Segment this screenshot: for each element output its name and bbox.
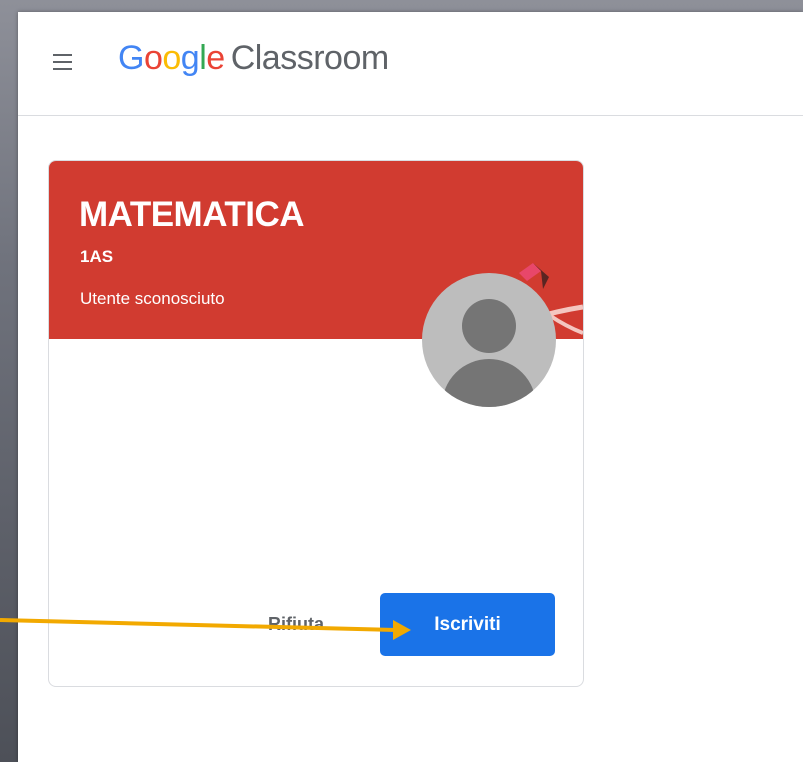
class-invite-card: MATEMATICA 1AS Utente sconosciuto Rifiut… [48,160,584,687]
join-button[interactable]: Iscriviti [380,593,555,656]
logo-letter: g [180,39,200,77]
hamburger-menu-icon[interactable] [51,50,75,74]
product-name: Classroom [230,39,389,77]
logo-letter: o [162,39,181,77]
class-title[interactable]: MATEMATICA [79,195,305,235]
class-section: 1AS [80,247,114,266]
logo-letter: o [143,39,163,77]
logo-letter: e [206,39,225,77]
class-owner: Utente sconosciuto [80,289,225,308]
app-header: Google Classroom [18,12,803,116]
google-classroom-logo[interactable]: Google Classroom [118,38,389,78]
default-avatar-icon [422,273,556,407]
browser-window: Google Classroom MATEMATICA 1AS Utente sc… [18,12,803,762]
logo-letter: G [118,39,144,77]
decline-button[interactable]: Rifiuta [241,599,351,649]
